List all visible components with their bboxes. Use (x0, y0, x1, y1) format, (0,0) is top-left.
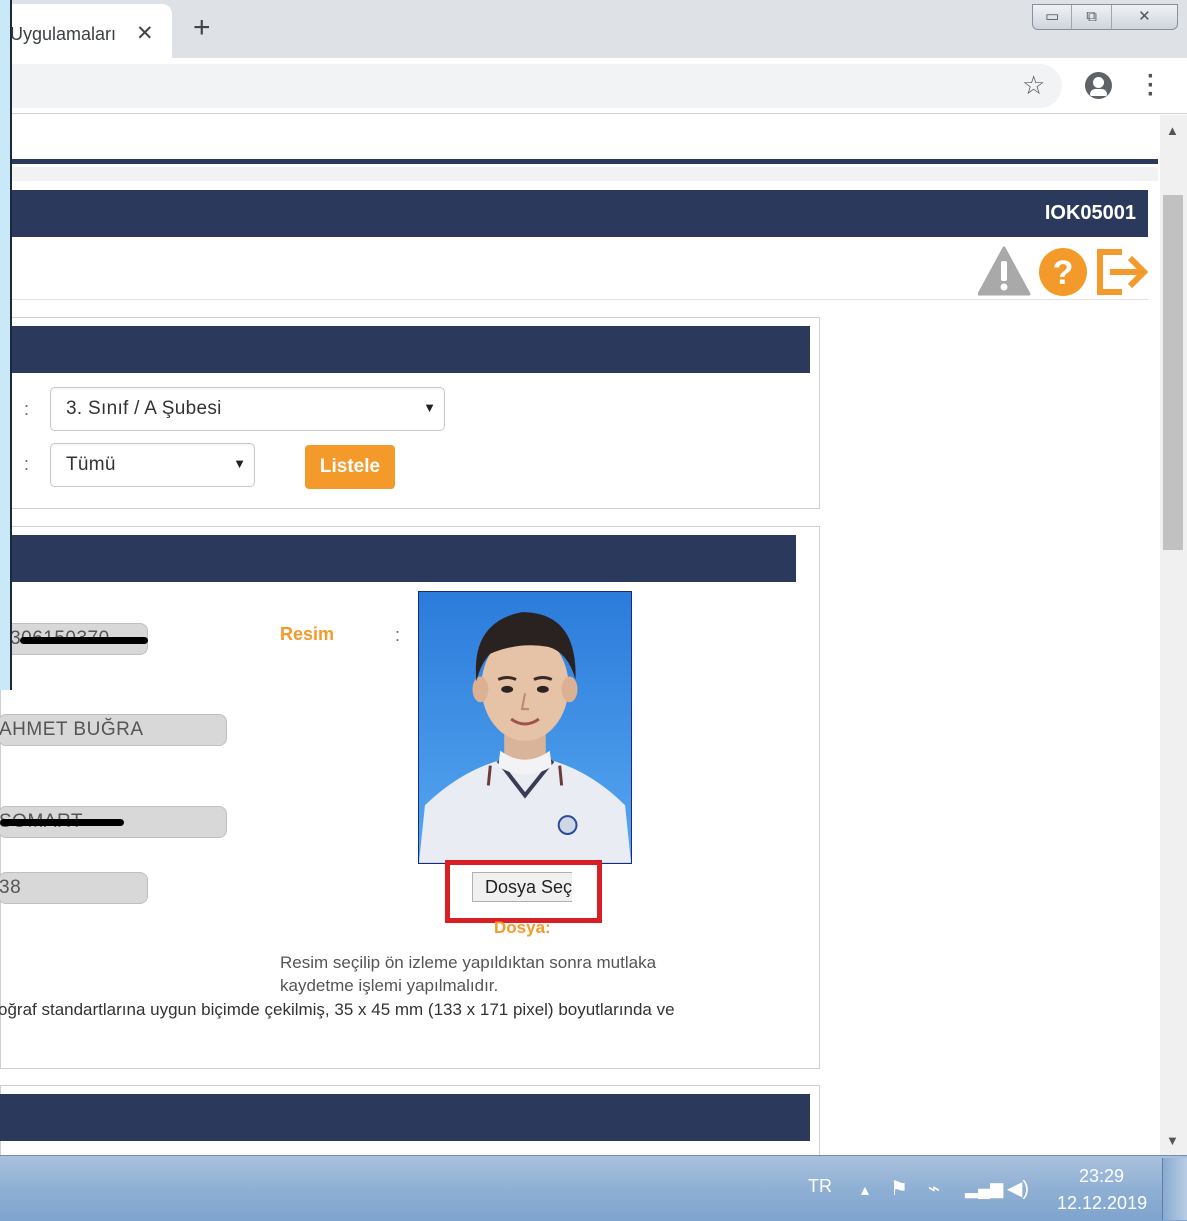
close-window-button[interactable]: ✕ (1112, 5, 1177, 29)
highlight-box (445, 860, 602, 923)
help-icon[interactable]: ? (1039, 248, 1087, 296)
page-header-bar: IOK05001 (0, 190, 1148, 237)
student-number-value: 38 (0, 877, 22, 898)
scrollbar-thumb[interactable] (1163, 195, 1183, 550)
photo-note-line1: Resim seçilip ön izleme yapıldıktan sonr… (280, 953, 657, 972)
language-indicator[interactable]: TR (808, 1176, 832, 1197)
tab-title: Uygulamaları (10, 24, 117, 44)
first-name-value: AHMET BUĞRA (0, 719, 144, 740)
redaction-mark (20, 637, 148, 644)
exit-icon[interactable] (1097, 249, 1149, 295)
power-icon[interactable]: ⌁ (928, 1176, 940, 1201)
page-content: IOK05001 ? : 3. Sınıf / A Şubesi ▼: Tüm… (0, 115, 1160, 1155)
first-name-field: AHMET BUĞRA (0, 714, 227, 746)
side-window-edge (0, 0, 12, 690)
type-select[interactable]: Tümü ▼ (50, 443, 255, 487)
clock-date[interactable]: 12.12.2019 (1057, 1193, 1147, 1214)
browser-tab[interactable]: Uygulamaları ✕ (0, 4, 172, 58)
show-desktop-button[interactable] (1162, 1158, 1187, 1220)
show-hidden-icons-icon[interactable]: ▲ (858, 1182, 872, 1198)
chevron-down-icon: ▼ (233, 456, 246, 471)
photo-colon: : (395, 625, 401, 645)
clock-time[interactable]: 23:29 (1079, 1166, 1124, 1187)
address-input[interactable] (0, 64, 1062, 108)
star-icon[interactable]: ☆ (1022, 70, 1045, 101)
redaction-mark (0, 819, 124, 826)
type-select-value: Tümü (66, 454, 116, 475)
filter-panel-header (0, 326, 810, 373)
taskbar: TR ▲ ⚑ ⌁ ▂▄▆ ◀) 23:29 12.12.2019 (0, 1155, 1187, 1221)
next-panel-header (0, 1094, 810, 1141)
photo-standard-note: oğraf standartlarına uygun biçimde çekil… (0, 1000, 675, 1019)
warning-icon[interactable] (978, 246, 1031, 296)
account-circle-icon[interactable] (1085, 72, 1112, 99)
top-divider (0, 159, 1158, 164)
screen: Uygulamaları ✕ + ▭ ⧉ ✕ ☆ ··· IOK05001 (0, 0, 1187, 1221)
window-controls: ▭ ⧉ ✕ (1032, 4, 1178, 30)
tab-close-icon[interactable]: ✕ (136, 21, 154, 46)
page-code: IOK05001 (1044, 202, 1136, 224)
scroll-up-icon[interactable]: ▲ (1166, 123, 1179, 138)
network-signal-icon[interactable]: ▂▄▆ (965, 1179, 1003, 1199)
minimize-button[interactable]: ▭ (1033, 5, 1073, 29)
svg-text:?: ? (1053, 254, 1074, 292)
volume-icon[interactable]: ◀) (1007, 1176, 1029, 1201)
chevron-down-icon: ▼ (423, 400, 436, 415)
class-select-value: 3. Sınıf / A Şubesi (66, 398, 222, 419)
class-select[interactable]: 3. Sınıf / A Şubesi ▼ (50, 387, 445, 431)
tab-strip: Uygulamaları ✕ + ▭ ⧉ ✕ (0, 0, 1187, 58)
filter-colon: : (24, 454, 30, 474)
student-panel-header (0, 535, 796, 582)
action-center-flag-icon[interactable]: ⚑ (890, 1176, 908, 1201)
photo-note-line2: kaydetme işlemi yapılmalıdır. (280, 976, 499, 995)
header-icon-group: ? (978, 246, 1149, 296)
file-label: Dosya: (494, 918, 551, 937)
photo-label: Resim (280, 624, 335, 644)
header-divider (0, 299, 1148, 300)
kebab-menu-icon[interactable]: · · · (1147, 65, 1155, 107)
student-photo (418, 591, 632, 864)
list-button[interactable]: Listele (305, 445, 395, 489)
restore-button[interactable]: ⧉ (1072, 5, 1112, 29)
scroll-down-icon[interactable]: ▼ (1166, 1133, 1179, 1148)
vertical-scrollbar[interactable]: ▲ ▼ (1160, 115, 1187, 1155)
top-band (0, 167, 1158, 181)
student-number-field: 38 (0, 872, 148, 904)
address-bar-row: ☆ · · · (0, 58, 1187, 114)
filter-colon: : (24, 399, 30, 419)
new-tab-button[interactable]: + (193, 13, 211, 43)
